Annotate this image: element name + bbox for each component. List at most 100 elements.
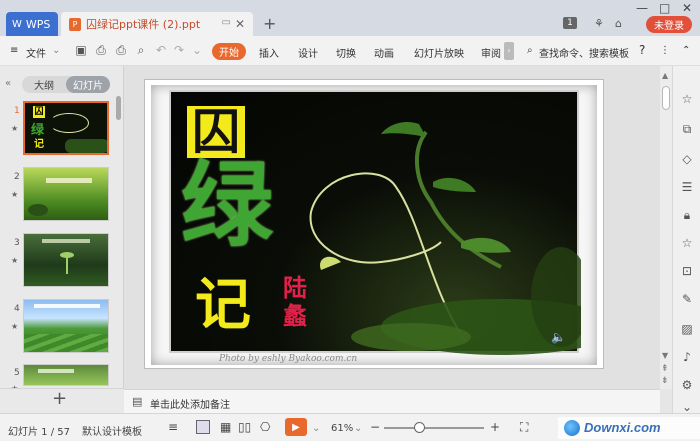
- thumb-foliage: [28, 204, 48, 216]
- search-icon: ⌕: [527, 45, 533, 56]
- monitor-icon[interactable]: ▭: [222, 17, 231, 28]
- lock-icon[interactable]: 🔒︎: [680, 208, 694, 222]
- maximize-icon[interactable]: □: [659, 1, 670, 15]
- scroll-up-icon[interactable]: ▲: [662, 71, 668, 80]
- tab-slideshow[interactable]: 幻灯片放映: [414, 45, 464, 60]
- thumb-number: 3: [14, 238, 20, 248]
- skin-icon[interactable]: ⚘: [594, 17, 604, 30]
- document-tab[interactable]: P 囚绿记ppt课件 (2).ppt ▭ ✕: [61, 12, 253, 36]
- zoom-slider-knob[interactable]: [414, 422, 425, 433]
- more-options-icon[interactable]: ⋮: [660, 45, 670, 56]
- speaker-icon[interactable]: 🔈: [551, 330, 566, 344]
- tab-start[interactable]: 开始: [212, 43, 246, 60]
- photo-background: 囚 绿 记 陆 蠡 🔈: [169, 90, 581, 355]
- slide-thumb-1[interactable]: 囚 绿 记: [23, 101, 109, 155]
- save-icon[interactable]: ▣: [74, 43, 88, 57]
- tab-outline[interactable]: 大纲: [22, 76, 66, 93]
- undo-icon[interactable]: ↶: [154, 43, 168, 57]
- title-char-record: 记: [195, 273, 251, 338]
- minimize-icon[interactable]: —: [636, 1, 648, 15]
- collapse-pane-icon[interactable]: «: [5, 78, 11, 89]
- adjust-icon[interactable]: ☰: [680, 180, 694, 194]
- edit-icon[interactable]: ✎: [680, 292, 694, 306]
- search-commands[interactable]: 查找命令、搜索模板: [539, 45, 629, 60]
- tab-design[interactable]: 设计: [298, 45, 318, 60]
- redo-icon[interactable]: ↷: [172, 43, 186, 57]
- right-tool-panel: ☆ ⧉ ◇ ☰ 🔒︎ ☆ ⊡ ✎ ▨ ♪ ⚙ ⌄: [672, 66, 700, 414]
- chevron-down-icon[interactable]: ⌄: [312, 423, 320, 434]
- template-name[interactable]: 默认设计模板: [82, 423, 142, 438]
- gift-icon[interactable]: ⌂: [615, 17, 622, 30]
- favorite-icon[interactable]: ☆: [680, 236, 694, 250]
- new-tab-button[interactable]: +: [263, 14, 276, 33]
- scroll-thumb[interactable]: [662, 86, 670, 110]
- collapse-ribbon-icon[interactable]: ⌃: [682, 45, 690, 56]
- slide-thumb-3[interactable]: [23, 233, 109, 287]
- zoom-in-icon[interactable]: +: [490, 420, 500, 434]
- fit-window-icon[interactable]: ⛶: [520, 420, 528, 435]
- vine-leaf: [461, 237, 511, 253]
- tab-transition[interactable]: 切换: [336, 45, 356, 60]
- notes-icon: ▤: [132, 395, 143, 408]
- notes-toggle-icon[interactable]: ≡: [168, 420, 178, 434]
- brand-name: Downxi.com: [584, 420, 661, 435]
- scroll-tabs-right-icon[interactable]: ›: [504, 42, 514, 60]
- play-icon: ▶: [292, 421, 300, 433]
- close-window-icon[interactable]: ✕: [682, 1, 692, 15]
- sound-icon[interactable]: ♪: [680, 350, 694, 364]
- login-button[interactable]: 未登录: [646, 16, 692, 33]
- editor-scrollbar[interactable]: ▲ ▼ ⇞ ⇟: [660, 66, 672, 389]
- more-chevron-icon[interactable]: ⌄: [190, 43, 204, 57]
- settings-icon[interactable]: ⚙: [680, 378, 694, 392]
- tab-animation[interactable]: 动画: [374, 45, 394, 60]
- slide-thumb-4[interactable]: [23, 299, 109, 353]
- notes-bar[interactable]: ▤ 单击此处添加备注: [124, 389, 660, 413]
- page-badge[interactable]: 1: [563, 17, 577, 29]
- tab-slides[interactable]: 幻灯片: [66, 76, 110, 93]
- help-icon[interactable]: ?: [639, 43, 645, 57]
- shapes-icon[interactable]: ◇: [680, 152, 694, 166]
- zoom-menu-icon[interactable]: ⌄: [354, 423, 362, 434]
- close-tab-icon[interactable]: ✕: [235, 17, 245, 31]
- sorter-view-icon[interactable]: ▦: [220, 420, 231, 434]
- print-preview-icon[interactable]: ⌕: [134, 43, 148, 57]
- author-char-1: 陆: [283, 274, 307, 302]
- image-icon[interactable]: ▨: [680, 322, 694, 336]
- document-tab-label: 囚绿记ppt课件 (2).ppt: [86, 18, 201, 31]
- collapse-panel-icon[interactable]: ⌄: [680, 400, 694, 414]
- foreground-leaves: [351, 323, 471, 351]
- camera-icon[interactable]: ⎔: [260, 420, 270, 434]
- tab-review[interactable]: 审阅: [481, 45, 501, 60]
- normal-view-icon[interactable]: [196, 420, 210, 434]
- copy-icon[interactable]: ⧉: [680, 122, 694, 136]
- vine-bud: [320, 256, 341, 270]
- slide-thumb-2[interactable]: [23, 167, 109, 221]
- print-icon[interactable]: ⎙: [114, 43, 128, 57]
- box-icon[interactable]: ⊡: [680, 264, 694, 278]
- zoom-value[interactable]: 61%: [331, 423, 353, 434]
- author-char-2: 蠡: [283, 302, 307, 330]
- thumb-number: 4: [14, 304, 20, 314]
- pane-scrollbar[interactable]: [116, 96, 121, 120]
- zoom-slider-track[interactable]: [384, 422, 484, 433]
- zoom-out-icon[interactable]: −: [370, 420, 380, 434]
- reading-view-icon[interactable]: ▯▯: [238, 420, 251, 434]
- add-slide-button[interactable]: +: [52, 388, 67, 409]
- next-slide-icon[interactable]: ⇟: [661, 376, 669, 386]
- star-icon: ★: [11, 256, 19, 265]
- hamburger-icon[interactable]: ≡: [10, 45, 18, 56]
- tab-insert[interactable]: 插入: [259, 45, 279, 60]
- slide-thumb-5[interactable]: [23, 364, 109, 386]
- title-bar: W WPS P 囚绿记ppt课件 (2).ppt ▭ ✕ + 1 ⚘ ⌂ 未登录…: [0, 0, 700, 36]
- export-pdf-icon[interactable]: ⎙: [94, 43, 108, 57]
- play-slideshow-button[interactable]: ▶: [285, 418, 307, 436]
- chevron-down-icon[interactable]: ⌄: [52, 45, 60, 56]
- file-menu[interactable]: 文件: [26, 45, 46, 60]
- thumb-number: 5: [14, 368, 20, 378]
- star-icon[interactable]: ☆: [680, 92, 694, 106]
- prev-slide-icon[interactable]: ⇞: [661, 364, 669, 374]
- notes-placeholder[interactable]: 单击此处添加备注: [150, 396, 230, 411]
- scroll-down-icon[interactable]: ▼: [662, 351, 668, 360]
- slide-canvas[interactable]: 囚 绿 记 陆 蠡 🔈 Photo by eshly Byakoo.com.cn: [144, 79, 604, 369]
- app-tab[interactable]: W WPS: [6, 12, 58, 36]
